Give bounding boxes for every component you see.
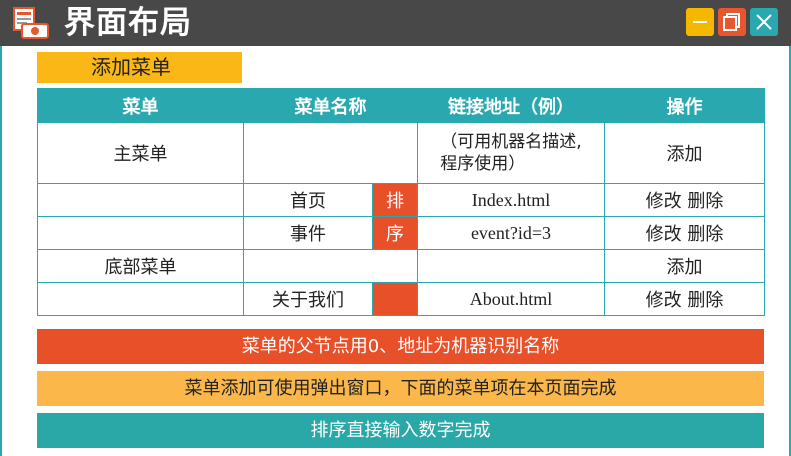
url-description: （可用机器名描述, 程序使用） bbox=[440, 131, 581, 175]
note-banner-parent-node: 菜单的父节点用0、地址为机器识别名称 bbox=[37, 329, 764, 364]
add-action[interactable]: 添加 bbox=[604, 249, 765, 283]
menu-table: 菜单 菜单名称 链接地址（例） 操作 主菜单 （可用机器名描述, 程序使用） 添… bbox=[37, 88, 765, 316]
url-description-line1: （可用机器名描述, bbox=[440, 132, 582, 152]
table-header-row: 菜单 菜单名称 链接地址（例） 操作 bbox=[37, 88, 765, 123]
menu-cell bbox=[37, 183, 244, 217]
edit-delete-actions[interactable]: 修改 删除 bbox=[604, 282, 765, 316]
add-action[interactable]: 添加 bbox=[604, 122, 765, 184]
edit-delete-actions[interactable]: 修改 删除 bbox=[604, 216, 765, 250]
table-row: 底部菜单 添加 bbox=[37, 249, 765, 283]
link-url-cell[interactable]: About.html bbox=[417, 282, 605, 316]
table-row: 事件 序 event?id=3 修改 删除 bbox=[37, 216, 765, 250]
link-url-cell[interactable]: Index.html bbox=[417, 183, 605, 217]
url-description-line2: 程序使用） bbox=[440, 154, 526, 174]
close-icon bbox=[756, 14, 772, 30]
left-border bbox=[0, 46, 2, 456]
link-url-cell bbox=[417, 249, 605, 283]
menu-cell bbox=[37, 216, 244, 250]
note-banner-popup: 菜单添加可使用弹出窗口，下面的菜单项在本页面完成 bbox=[37, 371, 764, 406]
table-row: 主菜单 （可用机器名描述, 程序使用） 添加 bbox=[37, 122, 765, 184]
menu-cell: 主菜单 bbox=[37, 122, 244, 184]
maximize-button[interactable] bbox=[718, 8, 746, 36]
link-url-cell: （可用机器名描述, 程序使用） bbox=[417, 122, 605, 184]
minimize-button[interactable] bbox=[686, 8, 714, 36]
header-menu-name: 菜单名称 bbox=[243, 88, 418, 123]
menu-cell bbox=[37, 282, 244, 316]
minimize-icon bbox=[693, 21, 707, 23]
sort-input[interactable]: 排 bbox=[372, 183, 418, 217]
header-link-url: 链接地址（例） bbox=[417, 88, 605, 123]
close-button[interactable] bbox=[750, 8, 778, 36]
maximize-icon bbox=[723, 13, 740, 31]
link-url-cell[interactable]: event?id=3 bbox=[417, 216, 605, 250]
menu-name-cell bbox=[243, 249, 418, 283]
menu-name-cell[interactable]: 关于我们 bbox=[243, 282, 373, 316]
header-menu: 菜单 bbox=[37, 88, 244, 123]
menu-name-cell bbox=[243, 122, 418, 184]
header-actions: 操作 bbox=[604, 88, 765, 123]
table-row: 关于我们 About.html 修改 删除 bbox=[37, 282, 765, 316]
table-row: 首页 排 Index.html 修改 删除 bbox=[37, 183, 765, 217]
sort-input[interactable] bbox=[372, 282, 418, 316]
title-bar: 界面布局 bbox=[0, 0, 791, 46]
add-menu-button[interactable]: 添加菜单 bbox=[37, 52, 242, 83]
app-logo-icon bbox=[13, 7, 49, 39]
edit-delete-actions[interactable]: 修改 删除 bbox=[604, 183, 765, 217]
window-title: 界面布局 bbox=[64, 5, 192, 41]
menu-name-cell[interactable]: 首页 bbox=[243, 183, 373, 217]
menu-name-cell[interactable]: 事件 bbox=[243, 216, 373, 250]
menu-cell: 底部菜单 bbox=[37, 249, 244, 283]
note-banner-sort: 排序直接输入数字完成 bbox=[37, 413, 764, 448]
sort-input[interactable]: 序 bbox=[372, 216, 418, 250]
